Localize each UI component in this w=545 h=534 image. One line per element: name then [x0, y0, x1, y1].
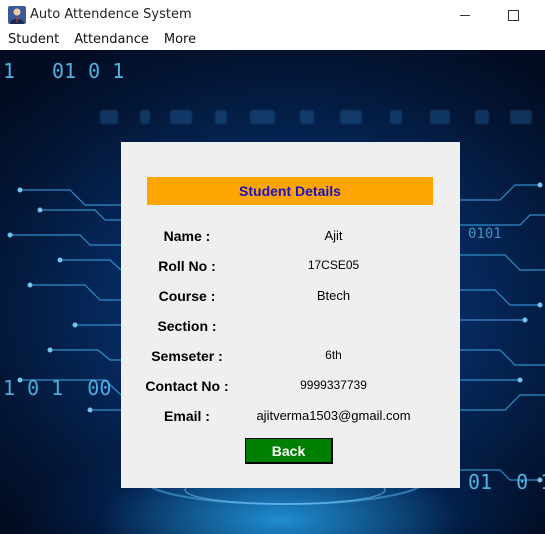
- roll-no-label: Roll No :: [158, 258, 216, 274]
- binary-text-top-left: 1: [3, 59, 16, 83]
- roll-no-value: 17CSE05: [307, 258, 360, 272]
- contact-no-value: 9999337739: [300, 378, 367, 392]
- minimize-icon: [460, 14, 470, 16]
- panel-title: Student Details: [239, 183, 341, 199]
- email-label: Email :: [164, 408, 210, 424]
- menu-bar: Student Attendance More: [0, 30, 545, 50]
- semester-label: Semseter :: [151, 348, 223, 364]
- app-user-icon: [8, 6, 26, 24]
- name-value: Ajit: [324, 228, 343, 243]
- back-button[interactable]: Back: [245, 438, 333, 464]
- minimize-button[interactable]: [442, 0, 488, 30]
- menu-student[interactable]: Student: [0, 30, 66, 50]
- binary-text-top: 01 0 1: [52, 59, 125, 83]
- name-label: Name :: [163, 228, 211, 244]
- course-value: Btech: [316, 288, 351, 303]
- email-value: ajitverma1503@gmail.com: [256, 408, 411, 423]
- student-details-panel: Student Details Name : Ajit Roll No : 17…: [121, 142, 460, 488]
- binary-text-bottom-right: 01 0 1: [468, 470, 545, 494]
- binary-text-left-mid: 1 0 1 00 0: [3, 376, 136, 400]
- semester-value: 6th: [325, 348, 342, 362]
- section-label: Section :: [157, 318, 217, 334]
- maximize-button[interactable]: [490, 0, 536, 30]
- binary-text-right-side: 0101: [468, 226, 502, 242]
- menu-more[interactable]: More: [156, 30, 203, 50]
- contact-no-label: Contact No :: [145, 378, 229, 394]
- student-details-header: Student Details: [147, 177, 433, 205]
- course-label: Course :: [158, 288, 216, 304]
- title-bar: Auto Attendence System: [0, 0, 545, 30]
- menu-attendance[interactable]: Attendance: [66, 30, 156, 50]
- maximize-icon: [507, 9, 519, 21]
- window-title: Auto Attendence System: [30, 7, 192, 22]
